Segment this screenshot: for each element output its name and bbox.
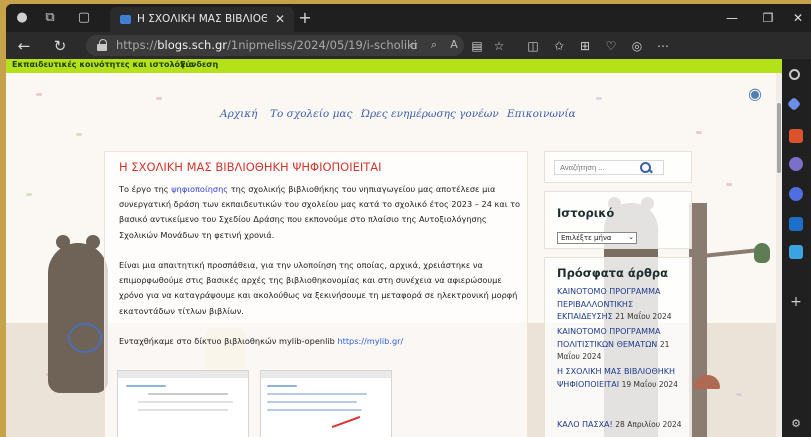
favorites-icon[interactable]: ✩ (550, 38, 568, 54)
thumb-line (138, 409, 228, 411)
communities-link[interactable]: Εκπαιδευτικές κοινότητες και ιστολόγια (12, 60, 194, 69)
browser-toolbar: ← ↻ https://blogs.sch.gr/1nipmeliss/2024… (6, 32, 811, 59)
close-window-button[interactable]: ✕ (788, 9, 808, 27)
scrollbar-thumb[interactable] (777, 103, 781, 173)
menu-item-home[interactable]: Αρχική (220, 108, 257, 120)
thumb-browser-bar (261, 371, 391, 378)
refresh-button[interactable]: ↻ (50, 36, 70, 56)
new-tab-button[interactable]: + (296, 9, 314, 27)
thumb-line (267, 409, 362, 411)
edge-sidebar: + ⚙ (782, 59, 811, 437)
sidebar-tools-icon[interactable] (789, 129, 803, 143)
zoom-icon[interactable]: ⌕ (426, 38, 442, 52)
sidebar-add-icon[interactable]: + (789, 295, 803, 309)
sidebar-copilot-icon[interactable] (789, 187, 803, 201)
page-viewport: ◉ Αρχική Το σχολείο μας Ώρες ενημέρωσης … (6, 73, 782, 437)
thumb-line (267, 393, 367, 395)
digitization-link[interactable]: ψηφιοποίησης (171, 184, 228, 194)
split-screen-icon[interactable]: ◫ (524, 38, 542, 54)
menu-item-contact[interactable]: Επικοινωνία (507, 108, 576, 120)
search-widget (544, 151, 692, 183)
sidebar-settings-gear-icon[interactable]: ⚙ (789, 417, 803, 431)
workspaces-icon[interactable]: ⧉ (42, 10, 58, 26)
address-bar[interactable]: https://blogs.sch.gr/1nipmeliss/2024/05/… (86, 35, 464, 56)
recent-posts-title: Πρόσφατα άρθρα (557, 266, 669, 280)
post-paragraph: Ενταχθήκαμε στο δίκτυο βιβλιοθηκών mylib… (119, 336, 404, 346)
decor-dot (36, 93, 42, 96)
more-menu-icon[interactable]: ⋯ (654, 38, 672, 54)
decor-dot (26, 193, 32, 196)
chevron-down-icon: ⌄ (628, 233, 634, 241)
profile-icon[interactable]: ● (14, 10, 30, 26)
archive-widget: Ιστορικό Επιλέξτε μήνα ⌄ (544, 191, 692, 249)
tab-title: Η ΣΧΟΛΙΚΗ ΜΑΣ ΒΙΒΛΙΟΘΗΚΗ Ψ (137, 13, 267, 25)
recent-post-item[interactable]: ΚΑΛΟ ΠΑΣΧΑ! 28 Απριλίου 2024 (557, 419, 687, 432)
blog-post: Η ΣΧΟΛΙΚΗ ΜΑΣ ΒΙΒΛΙΟΘΗΚΗ ΨΗΦΙΟΠΟΙΕΙΤΑΙ Τ… (104, 151, 528, 437)
thumb-line (138, 401, 233, 403)
screenshot-image[interactable] (117, 370, 249, 437)
translate-icon[interactable]: ꭤ (406, 38, 422, 53)
thumb-line (126, 385, 166, 387)
tab-close-icon[interactable]: ✕ (272, 11, 288, 27)
recent-posts-widget: Πρόσφατα άρθρα ΚΑΙΝΟΤΟΜΟ ΠΡΟΓΡΑΜΜΑ ΠΕΡΙΒ… (544, 257, 692, 437)
restore-button[interactable]: ❐ (758, 9, 778, 27)
tab-active[interactable]: Η ΣΧΟΛΙΚΗ ΜΑΣ ΒΙΒΛΙΟΘΗΚΗ Ψ ✕ (110, 7, 294, 32)
tree-branch-illustration (700, 247, 762, 259)
url-text: https://blogs.sch.gr/1nipmeliss/2024/05/… (116, 38, 416, 52)
decor-dot (156, 97, 162, 100)
post-title[interactable]: Η ΣΧΟΛΙΚΗ ΜΑΣ ΒΙΒΛΙΟΘΗΚΗ ΨΗΦΙΟΠΟΙΕΙΤΑΙ (119, 160, 382, 174)
thumb-line (267, 401, 357, 403)
copilot-edge-icon[interactable]: ◎ (628, 38, 646, 54)
desktop-frame: ● ⧉ ▢ Η ΣΧΟΛΙΚΗ ΜΑΣ ΒΙΒΛΙΟΘΗΚΗ Ψ ✕ + — ❐… (0, 0, 811, 437)
screenshot-image[interactable] (260, 370, 392, 437)
browser-essentials-icon[interactable]: ♡ (602, 38, 620, 54)
read-aloud-icon[interactable]: A (446, 38, 462, 51)
owl-illustration (754, 243, 770, 263)
post-paragraph: Το έργο της ψηφιοποίησης της σχολικής βι… (119, 184, 521, 240)
blog-favicon-icon (120, 15, 131, 24)
thumb-line (267, 385, 297, 387)
search-icon[interactable] (639, 161, 653, 175)
minimize-button[interactable]: — (722, 9, 742, 27)
post-paragraph: Είναι μια απαιτητική προσπάθεια, για την… (119, 260, 518, 316)
decor-dot (726, 183, 732, 186)
thumb-annotation-mark (331, 415, 361, 429)
sidebar-games-icon[interactable] (789, 157, 803, 171)
bear-scarf-decoration (68, 323, 102, 353)
recent-post-item[interactable]: Η ΣΧΟΛΙΚΗ ΜΑΣ ΒΙΒΛΙΟΘΗΚΗ ΨΗΦΙΟΠΟΙΕΙΤΑΙ 1… (557, 366, 687, 391)
login-link[interactable]: Σύνδεση (180, 60, 218, 69)
recent-post-item[interactable]: ΚΑΙΝΟΤΟΜΟ ΠΡΟΓΡΑΜΜΑ ΠΟΛΙΤΙΣΤΙΚΩΝ ΘΕΜΑΤΩΝ… (557, 326, 687, 364)
bear-illustration (48, 235, 108, 393)
favorite-star-icon[interactable]: ☆ (490, 38, 508, 54)
back-button[interactable]: ← (14, 36, 34, 56)
sidebar-outlook-icon[interactable] (789, 217, 803, 231)
archive-title: Ιστορικό (557, 206, 615, 220)
collections-icon[interactable]: ⊞ (576, 38, 594, 54)
tab-actions-icon[interactable]: ▢ (76, 10, 92, 26)
accessibility-eye-icon[interactable]: ◉ (748, 86, 770, 102)
decor-dot (736, 393, 742, 396)
thumb-browser-bar (118, 371, 248, 378)
blog-network-bar: Εκπαιδευτικές κοινότητες και ιστολόγια Σ… (6, 59, 782, 73)
menu-item-parent-hours[interactable]: Ώρες ενημέρωσης γονέων (361, 108, 499, 120)
lock-icon[interactable] (97, 39, 107, 51)
decor-dot (696, 131, 702, 134)
decor-dot (76, 133, 82, 136)
browser-window: ● ⧉ ▢ Η ΣΧΟΛΙΚΗ ΜΑΣ ΒΙΒΛΙΟΘΗΚΗ Ψ ✕ + — ❐… (6, 4, 811, 437)
tab-strip: ● ⧉ ▢ Η ΣΧΟΛΙΚΗ ΜΑΣ ΒΙΒΛΙΟΘΗΚΗ Ψ ✕ + — ❐… (6, 4, 811, 32)
archive-month-select[interactable]: Επιλέξτε μήνα ⌄ (557, 232, 637, 244)
sidebar-telegram-icon[interactable] (789, 245, 803, 259)
reader-view-icon[interactable]: ▤ (468, 38, 486, 54)
sidebar-shopping-icon[interactable] (786, 96, 802, 112)
menu-item-school[interactable]: Το σχολείο μας (270, 108, 352, 120)
recent-post-item[interactable]: ΚΑΙΝΟΤΟΜΟ ΠΡΟΓΡΑΜΜΑ ΠΕΡΙΒΑΛΛΟΝΤΙΚΗΣ ΕΚΠΑ… (557, 286, 687, 324)
mylib-link[interactable]: https://mylib.gr/ (337, 336, 403, 346)
decor-dot (596, 97, 602, 100)
thumb-line (148, 393, 228, 395)
sidebar-search-icon[interactable] (789, 69, 800, 80)
